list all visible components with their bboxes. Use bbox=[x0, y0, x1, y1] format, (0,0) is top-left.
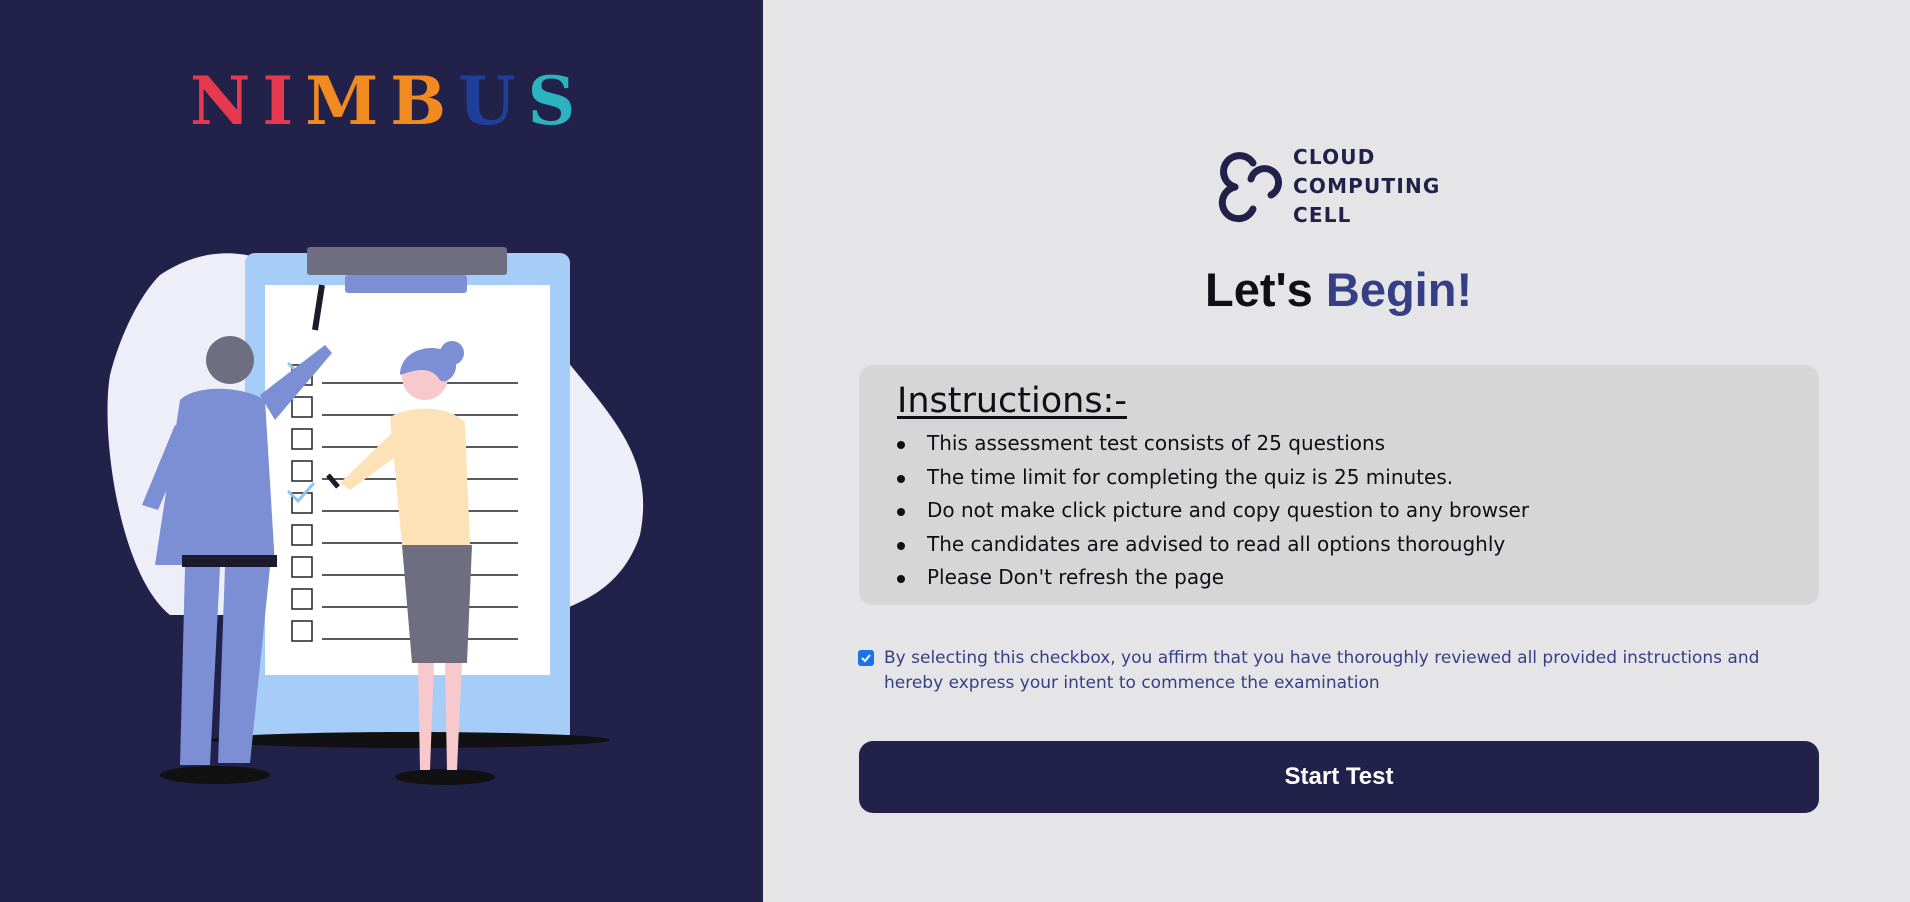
instruction-text: The candidates are advised to read all o… bbox=[927, 531, 1506, 556]
brand-letter: B bbox=[390, 62, 453, 140]
consent-checkbox[interactable] bbox=[858, 650, 874, 666]
page-title: Let's Begin! bbox=[1205, 262, 1472, 317]
bullet-icon bbox=[897, 474, 905, 483]
nimbus-logo: N I M B U S bbox=[190, 62, 575, 140]
start-test-button[interactable]: Start Test bbox=[859, 741, 1819, 813]
instruction-text: The time limit for completing the quiz i… bbox=[927, 464, 1454, 489]
left-panel: N I M B U S bbox=[0, 0, 763, 902]
instruction-text: This assessment test consists of 25 ques… bbox=[927, 431, 1386, 455]
brand-letter: S bbox=[527, 62, 582, 140]
instructions-list: This assessment test consists of 25 ques… bbox=[897, 427, 1819, 595]
instructions-title: Instructions:- bbox=[897, 381, 1127, 421]
org-name: CLOUD COMPUTING CELL bbox=[1293, 143, 1441, 230]
heading-prefix: Let's bbox=[1205, 263, 1313, 316]
brand-letter: U bbox=[458, 62, 522, 140]
bullet-icon bbox=[897, 541, 905, 550]
org-name-line: COMPUTING bbox=[1293, 174, 1441, 198]
instruction-text: Do not make click picture and copy quest… bbox=[927, 498, 1530, 522]
org-name-line: CELL bbox=[1293, 203, 1352, 227]
list-item: The time limit for completing the quiz i… bbox=[897, 461, 1819, 495]
bullet-icon bbox=[897, 508, 905, 516]
list-item: The candidates are advised to read all o… bbox=[897, 528, 1819, 562]
bullet-icon bbox=[897, 575, 905, 583]
heading-accent: Begin! bbox=[1325, 263, 1473, 316]
bullet-icon bbox=[897, 441, 905, 449]
clipboard-illustration bbox=[107, 247, 644, 785]
list-item: Do not make click picture and copy quest… bbox=[897, 494, 1819, 528]
consent-row: By selecting this checkbox, you affirm t… bbox=[858, 646, 1818, 696]
cloud-computing-cell-icon bbox=[1218, 151, 1283, 222]
instruction-text: Please Don't refresh the page bbox=[927, 565, 1225, 589]
list-item: This assessment test consists of 25 ques… bbox=[897, 427, 1819, 461]
brand-letter: M bbox=[305, 62, 385, 140]
instructions-box: Instructions:- This assessment test cons… bbox=[859, 365, 1819, 605]
check-icon bbox=[861, 654, 871, 663]
org-logo: CLOUD COMPUTING CELL bbox=[1213, 143, 1441, 230]
brand-letter: I bbox=[262, 62, 300, 140]
brand-letter: N bbox=[190, 62, 257, 140]
org-name-line: CLOUD bbox=[1293, 145, 1376, 169]
list-item: Please Don't refresh the page bbox=[897, 561, 1819, 595]
consent-text[interactable]: By selecting this checkbox, you affirm t… bbox=[884, 646, 1818, 696]
